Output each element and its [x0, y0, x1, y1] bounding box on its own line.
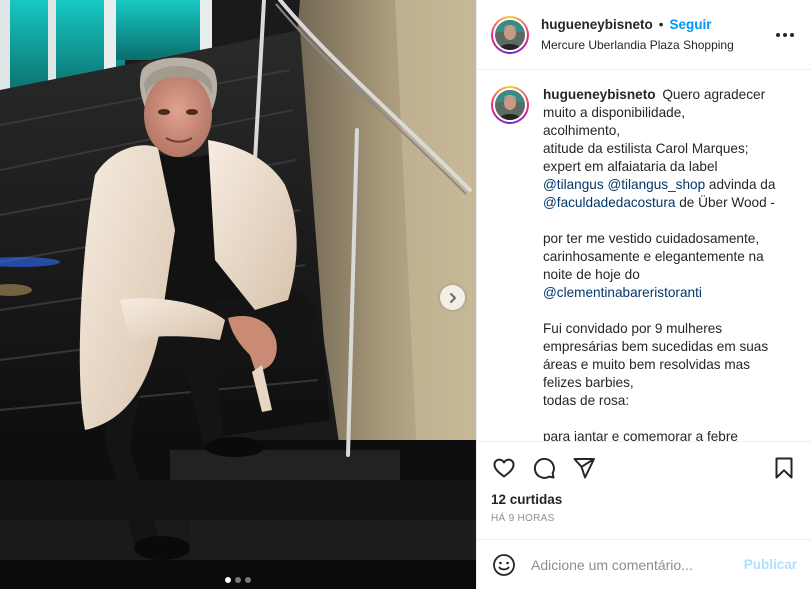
comment-composer: Publicar: [477, 539, 811, 589]
comment-input[interactable]: [531, 556, 744, 573]
photo-scene: [0, 0, 476, 589]
post-actions: 12 curtidas HÁ 9 HORAS: [477, 441, 811, 539]
heart-icon: [493, 458, 515, 478]
save-button[interactable]: [771, 455, 797, 481]
send-icon: [573, 458, 595, 479]
more-options-button[interactable]: [773, 23, 797, 47]
avatar-photo: [495, 90, 525, 120]
post-location[interactable]: Mercure Uberlandia Plaza Shopping: [541, 38, 773, 52]
caption-text: hugueneybisneto Quero agradecer muito a …: [543, 87, 776, 441]
publish-button[interactable]: Publicar: [744, 557, 797, 572]
carousel-dot-3: [245, 577, 251, 583]
mention-link[interactable]: @faculdadedacostura: [543, 195, 675, 210]
post-details-panel: hugueneybisneto • Seguir Mercure Uberlan…: [476, 0, 811, 589]
bookmark-icon: [775, 457, 793, 479]
header-separator: •: [658, 17, 664, 32]
mention-link[interactable]: @tilangus: [543, 177, 604, 192]
comment-icon: [533, 457, 555, 479]
carousel-dot-1: [225, 577, 231, 583]
mention-link[interactable]: @clementinabareristoranti: [543, 285, 702, 300]
more-horizontal-icon: [776, 32, 794, 37]
like-button[interactable]: [491, 455, 517, 481]
author-avatar[interactable]: [491, 15, 529, 54]
emoji-button[interactable]: [491, 552, 517, 578]
post-header: hugueneybisneto • Seguir Mercure Uberlan…: [477, 0, 811, 70]
avatar-photo: [495, 19, 525, 50]
instagram-post: hugueneybisneto • Seguir Mercure Uberlan…: [0, 0, 811, 589]
mention-link[interactable]: @tilangus_shop: [607, 177, 705, 192]
post-timestamp[interactable]: HÁ 9 HORAS: [491, 513, 797, 524]
author-username[interactable]: hugueneybisneto: [541, 17, 653, 32]
carousel-indicator: [0, 577, 476, 583]
carousel-dot-2: [235, 577, 241, 583]
follow-button[interactable]: Seguir: [670, 17, 712, 32]
post-photo[interactable]: [0, 0, 476, 589]
likes-count[interactable]: 12 curtidas: [491, 492, 797, 507]
caption-section: hugueneybisneto Quero agradecer muito a …: [477, 70, 811, 441]
emoji-icon: [493, 553, 515, 576]
comment-button[interactable]: [531, 455, 557, 481]
carousel-next-button[interactable]: [440, 285, 465, 310]
caption-username[interactable]: hugueneybisneto: [543, 87, 656, 102]
share-button[interactable]: [571, 455, 597, 481]
caption-author-avatar[interactable]: [491, 86, 529, 124]
chevron-right-icon: [449, 292, 456, 303]
